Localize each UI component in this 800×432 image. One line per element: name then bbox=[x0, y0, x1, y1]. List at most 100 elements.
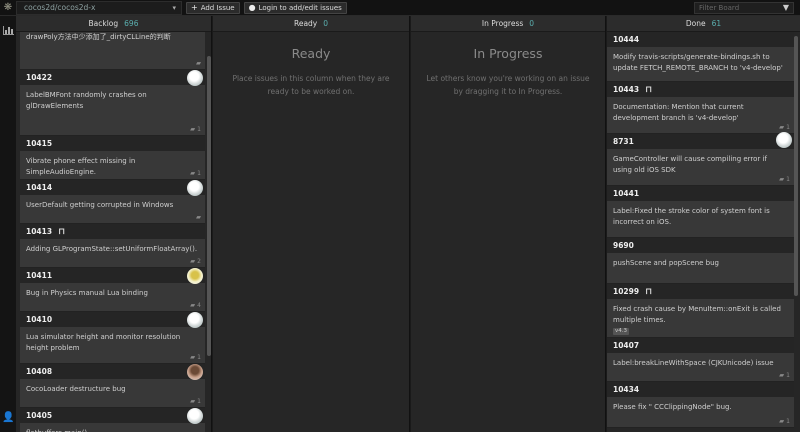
comment-icon: ▰ bbox=[190, 257, 196, 265]
issue-title: Label:Fixed the stroke color of system f… bbox=[613, 207, 770, 226]
issue-card[interactable]: 8731 GameController will cause compiling… bbox=[607, 132, 794, 186]
issue-number: 10441 bbox=[607, 186, 794, 201]
backlog-scrollbar[interactable] bbox=[207, 56, 211, 356]
comment-icon: ▰ bbox=[779, 371, 785, 379]
comment-icon: ▰ bbox=[190, 125, 196, 133]
issue-card[interactable]: 10443 ⊓ Documentation: Mention that curre… bbox=[607, 82, 794, 134]
plus-icon: + bbox=[191, 3, 198, 12]
issue-card[interactable]: 10444 Modify travis-scripts/generate-bin… bbox=[607, 32, 794, 82]
done-cards: 10444 Modify travis-scripts/generate-bin… bbox=[607, 32, 794, 432]
chart-icon[interactable] bbox=[3, 26, 14, 35]
issue-card[interactable]: 10408 CocoLoader destructure bug ▰ 1 bbox=[20, 364, 205, 408]
issue-card[interactable]: 10405 flatbuffers main() bbox=[20, 408, 205, 432]
issue-card[interactable]: 10414 UserDefault getting corrupted in W… bbox=[20, 180, 205, 224]
comment-number: 1 bbox=[786, 123, 790, 131]
column-name: Done bbox=[685, 19, 706, 28]
comment-number: 1 bbox=[786, 175, 790, 183]
comment-icon: ▰ bbox=[190, 169, 196, 177]
login-button[interactable]: ● Login to add/edit issues bbox=[243, 1, 347, 14]
backlog-column: Backlog 696 drawPoly方法中少添加了_dirtyCLLine的… bbox=[16, 16, 212, 432]
issue-number-text: 10422 bbox=[26, 73, 53, 82]
issue-number-text: 10411 bbox=[26, 271, 53, 280]
ready-header: Ready 0 bbox=[213, 16, 409, 32]
repo-name: cocos2d/cocos2d-x bbox=[24, 3, 96, 12]
empty-column-title: Ready bbox=[291, 46, 331, 61]
app-logo-icon[interactable]: ❋ bbox=[0, 0, 16, 16]
inprogress-header: In Progress 0 bbox=[411, 16, 605, 32]
issue-number: 10413 ⊓ bbox=[20, 224, 205, 239]
issue-number: 10405 bbox=[20, 408, 205, 423]
issue-number: 10410 bbox=[20, 312, 205, 327]
issue-body: Fixed crash cause by MenuItem::onExit is… bbox=[607, 299, 794, 336]
comment-count: ▰ bbox=[196, 213, 201, 221]
filter-board-input[interactable]: Filter Board ▼ bbox=[694, 1, 794, 14]
issue-number: 10299 ⊓ bbox=[607, 284, 794, 299]
issue-card[interactable]: 10413 ⊓ Adding GLProgramState::setUniform… bbox=[20, 224, 205, 268]
issue-title: Bug in Physics manual Lua binding bbox=[26, 289, 148, 297]
column-name: In Progress bbox=[481, 19, 524, 28]
pull-request-icon: ⊓ bbox=[58, 226, 66, 237]
issue-number: 10422 bbox=[20, 70, 205, 85]
issue-card[interactable]: 10411 Bug in Physics manual Lua binding … bbox=[20, 268, 205, 312]
issue-title: flatbuffers main() bbox=[20, 423, 205, 432]
repo-selector[interactable]: cocos2d/cocos2d-x ▾ bbox=[16, 0, 182, 15]
issue-card[interactable]: 10441 Label:Fixed the stroke color of sy… bbox=[607, 186, 794, 238]
issue-number: 10444 bbox=[607, 32, 794, 47]
column-count: 61 bbox=[711, 19, 722, 28]
left-sidebar: 👤 bbox=[0, 16, 16, 432]
issue-title: Adding GLProgramState::setUniformFloatAr… bbox=[26, 245, 198, 253]
comment-number: 4 bbox=[197, 301, 201, 309]
issue-title: pushScene and popScene bug bbox=[613, 259, 719, 267]
issue-number-text: 10444 bbox=[613, 35, 640, 44]
issue-number-text: 10443 bbox=[613, 85, 640, 94]
comment-number: 2 bbox=[197, 257, 201, 265]
done-scrollbar[interactable] bbox=[794, 36, 798, 296]
column-name: Backlog bbox=[88, 19, 119, 28]
issue-number-text: 10434 bbox=[613, 385, 640, 394]
issue-title: Please fix " CCClippingNode" bug. bbox=[613, 403, 732, 411]
comment-number: 1 bbox=[197, 397, 201, 405]
comment-icon: ▰ bbox=[779, 175, 785, 183]
comment-count: ▰ 1 bbox=[779, 417, 790, 425]
avatar[interactable] bbox=[187, 268, 203, 284]
add-issue-label: Add Issue bbox=[200, 3, 235, 12]
column-count: 0 bbox=[323, 19, 329, 28]
avatar[interactable] bbox=[776, 132, 792, 148]
user-icon[interactable]: 👤 bbox=[2, 412, 14, 424]
issue-card[interactable]: 10422 LabelBMFont randomly crashes on gl… bbox=[20, 70, 205, 136]
issue-card[interactable]: 10415 Vibrate phone effect missing in Si… bbox=[20, 136, 205, 187]
github-icon: ● bbox=[248, 3, 256, 12]
top-bar: ❋ cocos2d/cocos2d-x ▾ + Add Issue ● Logi… bbox=[0, 0, 800, 16]
issue-card[interactable]: 10410 Lua simulator height and monitor r… bbox=[20, 312, 205, 364]
issue-number: 10411 bbox=[20, 268, 205, 283]
issue-number: 10407 bbox=[607, 338, 794, 353]
empty-column-description: Let others know you're working on an iss… bbox=[426, 74, 590, 96]
avatar[interactable] bbox=[187, 312, 203, 328]
issue-card[interactable]: drawPoly方法中少添加了_dirtyCLLine的判断 ▰ bbox=[20, 32, 205, 70]
issue-card[interactable]: 10434 Please fix " CCClippingNode" bug. … bbox=[607, 382, 794, 428]
issue-label[interactable]: v4.3 bbox=[613, 328, 630, 335]
comment-number: 1 bbox=[786, 371, 790, 379]
issue-number-text: 10413 bbox=[26, 227, 53, 236]
comment-count: ▰ 1 bbox=[190, 125, 201, 133]
issue-title: Vibrate phone effect missing in SimpleAu… bbox=[26, 157, 136, 176]
issue-card[interactable]: 9690 pushScene and popScene bug bbox=[607, 238, 794, 284]
add-issue-button[interactable]: + Add Issue bbox=[186, 1, 240, 14]
empty-column-description: Place issues in this column when they ar… bbox=[232, 74, 390, 96]
issue-number-text: 10407 bbox=[613, 341, 640, 350]
pull-request-icon: ⊓ bbox=[645, 286, 653, 297]
issue-number: 10414 bbox=[20, 180, 205, 195]
done-header: Done 61 bbox=[607, 16, 800, 32]
issue-number: 9690 bbox=[607, 238, 794, 253]
avatar[interactable] bbox=[187, 364, 203, 380]
issue-card[interactable]: 10299 ⊓ Fixed crash cause by MenuItem::on… bbox=[607, 284, 794, 338]
avatar[interactable] bbox=[187, 70, 203, 86]
filter-icon[interactable]: ▼ bbox=[783, 3, 789, 12]
avatar[interactable] bbox=[187, 408, 203, 424]
issue-number-text: 10414 bbox=[26, 183, 53, 192]
inprogress-column: In Progress 0 In Progress Let others kno… bbox=[411, 16, 606, 432]
issue-card[interactable]: 10407 Label:breakLineWithSpace (CJKUnico… bbox=[607, 338, 794, 382]
pull-request-icon: ⊓ bbox=[645, 84, 653, 95]
issue-title: Fixed crash cause by MenuItem::onExit is… bbox=[613, 305, 781, 324]
avatar[interactable] bbox=[187, 180, 203, 196]
